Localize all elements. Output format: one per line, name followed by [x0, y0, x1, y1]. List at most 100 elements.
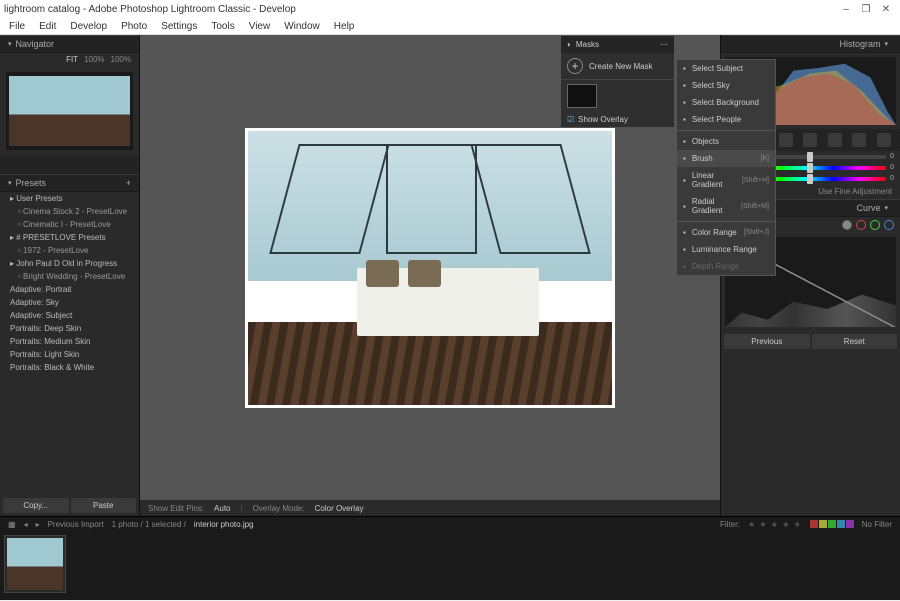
mask-tool-label: Linear Gradient	[692, 171, 736, 189]
person-icon: ▪	[683, 64, 686, 73]
menu-help[interactable]: Help	[327, 21, 362, 32]
show-overlay-label: Show Overlay	[578, 115, 628, 124]
fine-adjust-toggle[interactable]: Use Fine Adjustment	[818, 187, 892, 196]
curve-rgb-icon[interactable]	[842, 220, 852, 230]
menu-photo[interactable]: Photo	[114, 21, 154, 32]
preset-group[interactable]: ▸ # PRESETLOVE Presets	[0, 231, 139, 244]
presets-label: Presets	[16, 178, 47, 188]
mask-tool-bg[interactable]: ▪Select Background	[677, 94, 775, 111]
redeye-tool-icon[interactable]	[779, 133, 793, 147]
mask-tool-label: Luminance Range	[692, 245, 757, 254]
menu-tools[interactable]: Tools	[204, 21, 241, 32]
mask-tool-people[interactable]: ▪Select People	[677, 111, 775, 128]
collapse-icon: ▾	[884, 40, 888, 48]
masks-title: Masks	[576, 40, 599, 49]
create-mask-button[interactable]: + Create New Mask	[561, 53, 674, 80]
depth-icon: ▪	[683, 262, 686, 271]
filmstrip-thumb[interactable]	[4, 535, 66, 593]
preset-item[interactable]: ▫ Bright Wedding - PresetLove	[0, 270, 139, 283]
source-label[interactable]: Previous Import	[48, 520, 104, 529]
collapse-icon: ▾	[8, 40, 12, 48]
curve-green-icon[interactable]	[870, 220, 880, 230]
mask-tools-flyout: ▪Select Subject▪Select Sky▪Select Backgr…	[676, 59, 776, 276]
previous-button[interactable]: Previous	[724, 334, 810, 349]
curve-red-icon[interactable]	[856, 220, 866, 230]
paste-button[interactable]: Paste	[71, 498, 137, 513]
mask-tool-icon[interactable]	[803, 133, 817, 147]
brush-tool-icon[interactable]	[877, 133, 891, 147]
rating-filter[interactable]: ★ ★ ★ ★ ★	[748, 520, 802, 529]
preset-item[interactable]: ▫ 1972 - PresetLove	[0, 244, 139, 257]
overlay-mode[interactable]: Color Overlay	[315, 504, 364, 513]
presets-header[interactable]: ▾ Presets +	[0, 174, 139, 192]
add-preset-icon[interactable]: +	[126, 178, 131, 188]
show-overlay-toggle[interactable]: ☑ Show Overlay	[561, 112, 674, 127]
shortcut-label: [Shift+M]	[741, 203, 769, 210]
filter-preset[interactable]: No Filter	[862, 520, 892, 529]
navigator-header[interactable]: ▾ Navigator	[0, 35, 139, 53]
histogram-header[interactable]: Histogram ▾	[721, 35, 900, 53]
preset-group[interactable]: Portraits: Deep Skin	[0, 322, 139, 335]
nav-back-icon[interactable]: ◂	[24, 520, 28, 529]
menubar: File Edit Develop Photo Settings Tools V…	[0, 18, 900, 35]
nav-fwd-icon[interactable]: ▸	[36, 520, 40, 529]
gradient-tool-icon[interactable]	[828, 133, 842, 147]
mask-tool-label: Brush	[692, 154, 713, 163]
copy-button[interactable]: Copy...	[3, 498, 69, 513]
color-icon: ▪	[683, 228, 686, 237]
photo-count: 1 photo / 1 selected /	[112, 520, 186, 529]
slider-value: 0	[890, 175, 894, 182]
overlay-label: Overlay Mode:	[253, 504, 305, 513]
mask-thumbnail[interactable]	[567, 84, 597, 108]
mask-tool-brush[interactable]: ▪Brush[K]	[677, 150, 775, 167]
menu-view[interactable]: View	[242, 21, 278, 32]
zoom-100b[interactable]: 100%	[111, 55, 131, 64]
masks-menu-icon[interactable]: ⋯	[660, 40, 668, 49]
mask-tool-obj[interactable]: ▪Objects	[677, 133, 775, 150]
preset-group[interactable]: Portraits: Medium Skin	[0, 335, 139, 348]
menu-file[interactable]: File	[2, 21, 32, 32]
menu-develop[interactable]: Develop	[63, 21, 114, 32]
masks-icon: ◐	[567, 40, 572, 49]
menu-edit[interactable]: Edit	[32, 21, 63, 32]
preset-item[interactable]: ▫ Cinematic I - PresetLove	[0, 218, 139, 231]
mask-tool-label: Select People	[692, 115, 741, 124]
mask-tool-lum[interactable]: ▪ Luminance Range	[677, 241, 775, 258]
menu-window[interactable]: Window	[277, 21, 327, 32]
preset-group[interactable]: Adaptive: Portrait	[0, 283, 139, 296]
mask-tool-color[interactable]: ▪Color Range[Shift+J]	[677, 224, 775, 241]
brush-icon: ▪	[683, 154, 686, 163]
menu-settings[interactable]: Settings	[154, 21, 204, 32]
bg-icon: ▪	[683, 98, 686, 107]
preset-item[interactable]: ▫ Cinema Stock 2 - PresetLove	[0, 205, 139, 218]
radial-tool-icon[interactable]	[852, 133, 866, 147]
mask-tool-label: Depth Range	[692, 262, 739, 271]
main-photo[interactable]	[245, 128, 615, 408]
grid-icon[interactable]: ▦	[8, 520, 16, 529]
navigator-thumbnail[interactable]	[6, 72, 133, 150]
preset-group[interactable]: Portraits: Light Skin	[0, 348, 139, 361]
maximize-button[interactable]: ❐	[856, 4, 876, 15]
zoom-100a[interactable]: 100%	[84, 55, 104, 64]
curve-blue-icon[interactable]	[884, 220, 894, 230]
reset-button[interactable]: Reset	[812, 334, 898, 349]
curve-label: Curve	[856, 203, 880, 213]
mask-tool-person[interactable]: ▪Select Subject	[677, 60, 775, 77]
preset-group[interactable]: Adaptive: Sky	[0, 296, 139, 309]
show-pins-mode[interactable]: Auto	[214, 504, 230, 513]
collapse-icon: ▾	[8, 179, 12, 187]
color-labels[interactable]	[810, 520, 854, 528]
lum-icon: ▪	[683, 245, 686, 254]
minimize-button[interactable]: –	[836, 4, 856, 15]
mask-tool-sky[interactable]: ▪Select Sky	[677, 77, 775, 94]
mask-tool-radial[interactable]: ▪Radial Gradient[Shift+M]	[677, 193, 775, 219]
close-button[interactable]: ✕	[876, 4, 896, 15]
masks-header[interactable]: ◐ Masks ⋯	[561, 36, 674, 53]
zoom-fit[interactable]: FIT	[66, 55, 78, 64]
radial-icon: ▪	[683, 202, 686, 211]
preset-group[interactable]: ▸ User Presets	[0, 192, 139, 205]
preset-group[interactable]: Adaptive: Subject	[0, 309, 139, 322]
mask-tool-linear[interactable]: ▪Linear Gradient[Shift+H]	[677, 167, 775, 193]
preset-group[interactable]: Portraits: Black & White	[0, 361, 139, 374]
preset-group[interactable]: ▸ John Paul D Old in Progress	[0, 257, 139, 270]
